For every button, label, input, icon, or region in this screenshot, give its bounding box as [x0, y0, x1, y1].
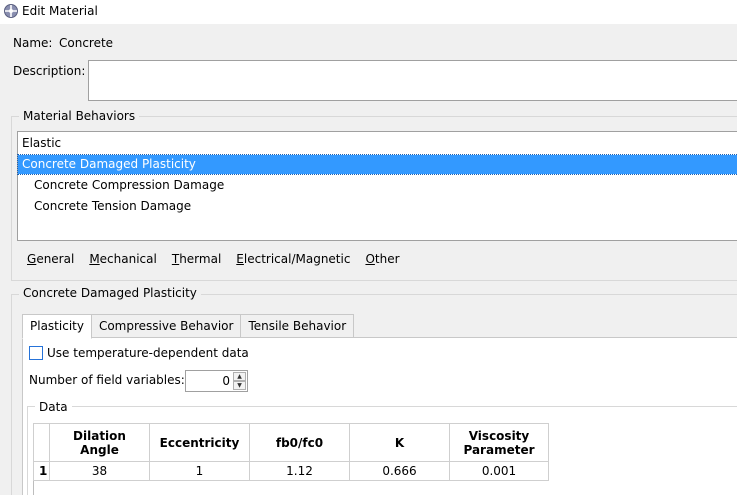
column-header[interactable]: Eccentricity [149, 423, 250, 462]
field-variables-label: Number of field variables: [29, 373, 185, 387]
description-field[interactable] [88, 60, 737, 101]
row-header-corner [33, 423, 50, 462]
material-behaviors-list[interactable]: Elastic Concrete Damaged Plasticity Conc… [17, 131, 737, 241]
table-cell[interactable]: 1.12 [249, 461, 350, 481]
behavior-label: Concrete Tension Damage [34, 199, 192, 213]
table-row: 1 38 1 1.12 0.666 0.001 [33, 461, 549, 481]
table-header-row: Dilation Angle Eccentricity fb0/fc0 K Vi… [33, 423, 549, 462]
cdp-section-title: Concrete Damaged Plasticity [19, 286, 201, 300]
temperature-dependent-checkbox[interactable] [29, 346, 43, 360]
tab-plasticity[interactable]: Plasticity [22, 314, 92, 339]
menu-mnemonic: G [27, 252, 37, 266]
behavior-item-concrete-damaged-plasticity[interactable]: Concrete Damaged Plasticity [17, 154, 737, 175]
table-cell[interactable]: 0.666 [349, 461, 450, 481]
name-value: Concrete [59, 36, 114, 50]
description-label: Description: [13, 64, 86, 78]
menu-general[interactable]: General [27, 252, 74, 266]
table-cell[interactable]: 38 [49, 461, 150, 481]
behavior-item-compression-damage[interactable]: Concrete Compression Damage [18, 176, 737, 195]
material-icon [4, 4, 18, 18]
plasticity-table: Dilation Angle Eccentricity fb0/fc0 K Vi… [33, 423, 549, 481]
column-header[interactable]: fb0/fc0 [249, 423, 350, 462]
behavior-label: Elastic [22, 136, 62, 150]
menu-label: eneral [36, 252, 75, 266]
window-title: Edit Material [22, 4, 98, 18]
section-tabs: Plasticity Compressive Behavior Tensile … [22, 314, 355, 339]
menu-thermal[interactable]: Thermal [172, 252, 221, 266]
menu-label: hermal [179, 252, 222, 266]
column-header[interactable]: Dilation Angle [49, 423, 150, 462]
title-bar [0, 0, 737, 24]
menu-mnemonic: E [236, 252, 244, 266]
menu-label: ther [374, 252, 400, 266]
tab-tensile-behavior[interactable]: Tensile Behavior [241, 314, 355, 338]
menu-mnemonic: M [89, 252, 100, 266]
menu-mechanical[interactable]: Mechanical [89, 252, 157, 266]
menu-electrical-magnetic[interactable]: Electrical/Magnetic [236, 252, 350, 266]
tab-compressive-behavior[interactable]: Compressive Behavior [91, 314, 242, 338]
temperature-dependent-label: Use temperature-dependent data [47, 346, 249, 360]
behavior-menubar: General Mechanical Thermal Electrical/Ma… [27, 252, 400, 266]
menu-mnemonic: O [365, 252, 375, 266]
behavior-item-tension-damage[interactable]: Concrete Tension Damage [18, 197, 737, 216]
row-index: 1 [33, 461, 50, 481]
field-variables-value: 0 [222, 374, 230, 388]
column-header[interactable]: Viscosity Parameter [449, 423, 549, 462]
menu-label: echanical [99, 252, 157, 266]
field-variables-spinner[interactable]: 0 ▲ ▼ [185, 370, 248, 392]
data-title: Data [35, 400, 72, 414]
material-behaviors-title: Material Behaviors [19, 109, 140, 123]
spinner-up-icon[interactable]: ▲ [233, 372, 246, 381]
menu-other[interactable]: Other [365, 252, 399, 266]
behavior-label: Concrete Compression Damage [34, 178, 225, 192]
menu-label: lectrical/Magnetic [243, 252, 351, 266]
name-label: Name: [13, 36, 53, 50]
behavior-label: Concrete Damaged Plasticity [22, 157, 196, 171]
table-cell[interactable]: 0.001 [449, 461, 549, 481]
table-cell[interactable]: 1 [149, 461, 250, 481]
column-header[interactable]: K [349, 423, 450, 462]
spinner-down-icon[interactable]: ▼ [233, 381, 246, 390]
behavior-item-elastic[interactable]: Elastic [18, 134, 737, 153]
